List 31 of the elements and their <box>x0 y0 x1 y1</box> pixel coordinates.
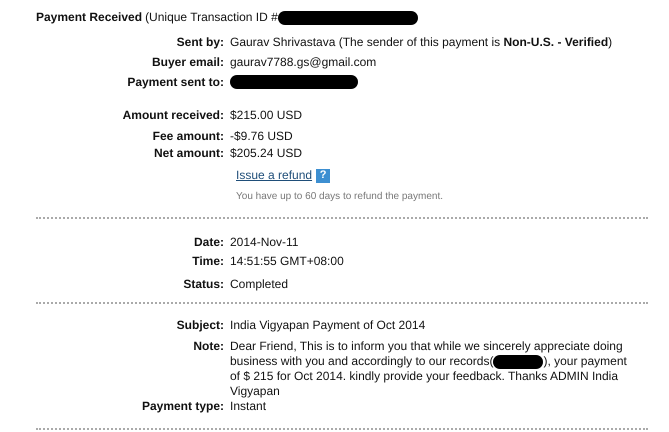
field-label: Status: <box>183 277 224 291</box>
field-label: Fee amount: <box>152 129 224 143</box>
field-value: $215.00 USD <box>230 108 302 122</box>
field-label: Sent by: <box>176 35 224 49</box>
field-value: 2014-Nov-11 <box>230 235 298 249</box>
field-value: -$9.76 USD <box>230 129 293 143</box>
note-text: ), your payment <box>543 354 627 369</box>
note-text: business with you and accordingly to our records( <box>230 354 494 369</box>
field-value: Completed <box>230 277 288 291</box>
field-label: Note: <box>193 339 224 353</box>
transaction-id-label: (Unique Transaction ID # <box>145 10 278 25</box>
page-title: Payment Received <box>36 10 142 25</box>
field-value: 14:51:55 GMT+08:00 <box>230 254 344 268</box>
field-label: Subject: <box>176 318 224 332</box>
field-value: gaurav7788.gs@gmail.com <box>230 55 376 69</box>
redaction-mark <box>493 354 544 368</box>
note-text: of $ 215 for Oct 2014. kindly provide your feedback. Thanks ADMIN India Vigyapan <box>230 369 619 399</box>
field-label: Net amount: <box>154 146 224 160</box>
field-label: Payment type: <box>142 399 224 413</box>
field-value: India Vigyapan Payment of Oct 2014 <box>230 318 426 332</box>
field-label: Time: <box>192 254 224 268</box>
refund-link[interactable]: Issue a refund <box>236 168 312 183</box>
field-label: Payment sent to: <box>127 75 224 89</box>
field-value: Instant <box>230 399 266 413</box>
note-text: Dear Friend, This is to inform you that while we sincerely appreciate doing <box>230 339 623 354</box>
field-label: Amount received: <box>122 108 224 122</box>
refund-hint: You have up to 60 days to refund the payment. <box>236 191 444 203</box>
field-label: Buyer email: <box>152 55 224 69</box>
field-label: Date: <box>194 235 224 249</box>
field-value: $205.24 USD <box>230 146 302 160</box>
field-value: Gaurav Shrivastava (The sender of this payment is Non-U.S. - Verified) <box>230 35 612 49</box>
